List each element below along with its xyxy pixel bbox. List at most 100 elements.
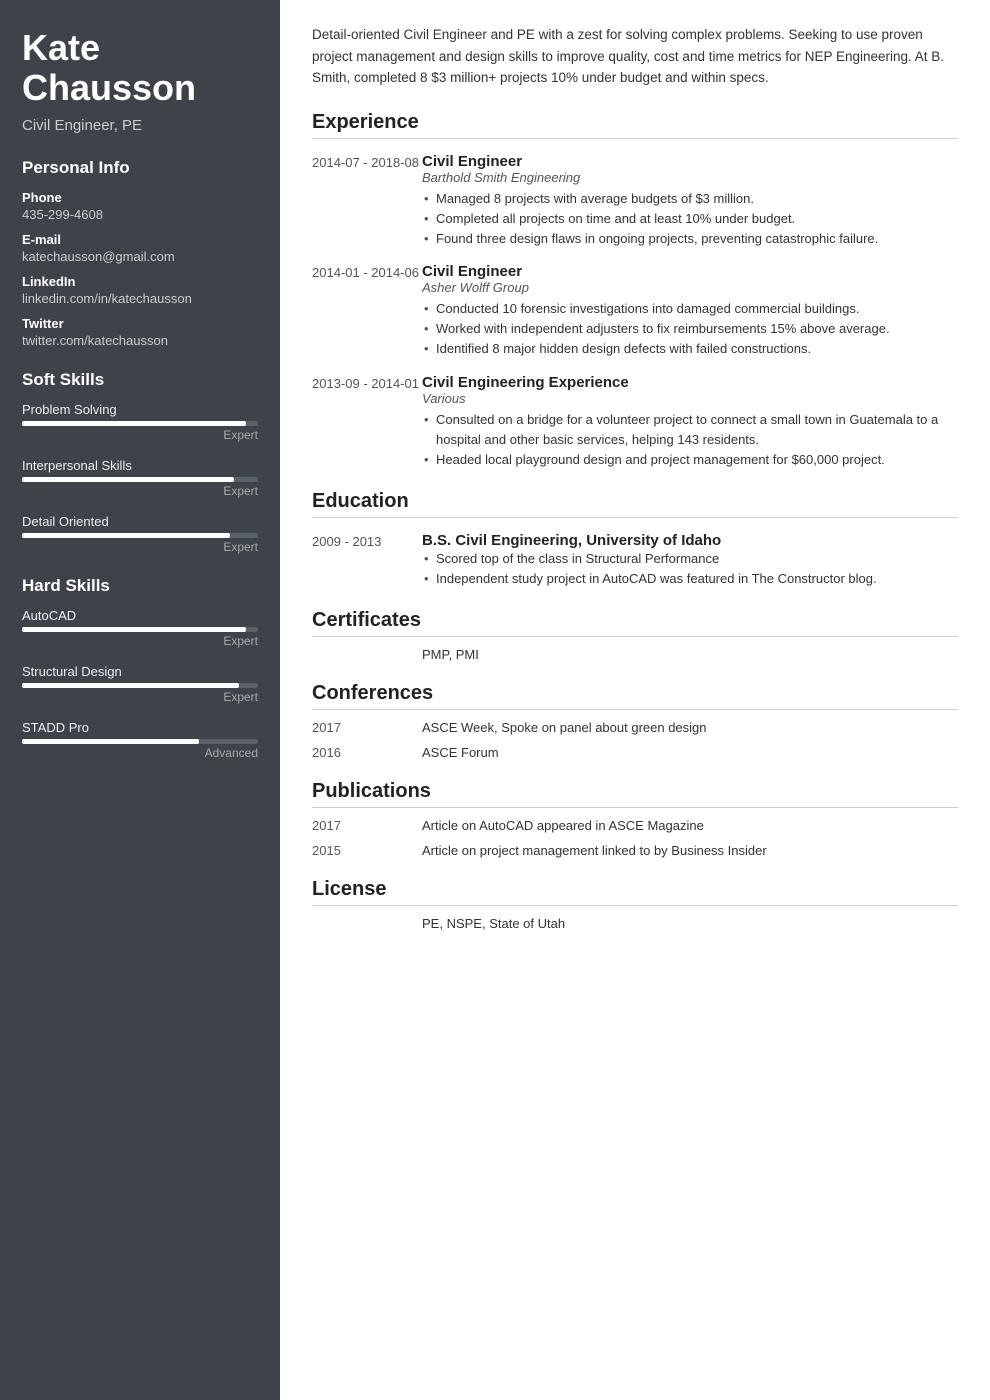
simple-entry: 2017 Article on AutoCAD appeared in ASCE…	[312, 818, 958, 833]
simple-date: 2017	[312, 818, 422, 833]
soft-skills-heading: Soft Skills	[22, 370, 258, 390]
skill-level: Expert	[22, 484, 258, 498]
skill-bar-fill	[22, 477, 234, 482]
entry-company: Various	[422, 391, 958, 406]
simple-text: PMP, PMI	[422, 647, 958, 662]
bullet: Identified 8 major hidden design defects…	[422, 339, 958, 359]
entry: 2013-09 - 2014-01 Civil Engineering Expe…	[312, 374, 958, 470]
simple-text: ASCE Forum	[422, 745, 958, 760]
experience-section: Experience 2014-07 - 2018-08 Civil Engin…	[312, 111, 958, 470]
license-section: License PE, NSPE, State of Utah	[312, 878, 958, 931]
skill-name: Structural Design	[22, 664, 258, 679]
skill-item: Structural Design Expert	[22, 664, 258, 704]
twitter-block: Twitter twitter.com/katechausson	[22, 316, 258, 348]
entry: 2014-01 - 2014-06 Civil Engineer Asher W…	[312, 263, 958, 359]
certificates-entries: PMP, PMI	[312, 647, 958, 662]
phone-value: 435-299-4608	[22, 207, 258, 222]
entry-company: Barthold Smith Engineering	[422, 170, 958, 185]
publications-entries: 2017 Article on AutoCAD appeared in ASCE…	[312, 818, 958, 858]
bullet: Scored top of the class in Structural Pe…	[422, 549, 958, 569]
bullet: Completed all projects on time and at le…	[422, 209, 958, 229]
email-label: E-mail	[22, 232, 258, 247]
skill-item: STADD Pro Advanced	[22, 720, 258, 760]
entry-role: Civil Engineer	[422, 153, 958, 170]
bullet: Headed local playground design and proje…	[422, 450, 958, 470]
entry-content: Civil Engineer Asher Wolff Group Conduct…	[422, 263, 958, 359]
bullet: Independent study project in AutoCAD was…	[422, 569, 958, 589]
personal-info-heading: Personal Info	[22, 158, 258, 178]
linkedin-block: LinkedIn linkedin.com/in/katechausson	[22, 274, 258, 306]
skill-bar-fill	[22, 421, 246, 426]
entry-role: Civil Engineer	[422, 263, 958, 280]
skill-bar-bg	[22, 477, 258, 482]
skill-name: Problem Solving	[22, 402, 258, 417]
bullet: Consulted on a bridge for a volunteer pr…	[422, 410, 958, 450]
skill-bar-bg	[22, 533, 258, 538]
skill-bar-fill	[22, 627, 246, 632]
simple-date: 2017	[312, 720, 422, 735]
experience-heading: Experience	[312, 111, 958, 139]
entry-role: B.S. Civil Engineering, University of Id…	[422, 532, 958, 549]
simple-date: 2015	[312, 843, 422, 858]
skill-item: Problem Solving Expert	[22, 402, 258, 442]
skill-bar-fill	[22, 683, 239, 688]
hard-skills-heading: Hard Skills	[22, 576, 258, 596]
education-section: Education 2009 - 2013 B.S. Civil Enginee…	[312, 490, 958, 589]
entry-date: 2009 - 2013	[312, 532, 422, 589]
simple-date	[312, 647, 422, 662]
entry-content: Civil Engineer Barthold Smith Engineerin…	[422, 153, 958, 249]
simple-date	[312, 916, 422, 931]
entry-date: 2013-09 - 2014-01	[312, 374, 422, 470]
simple-entry: PE, NSPE, State of Utah	[312, 916, 958, 931]
simple-text: ASCE Week, Spoke on panel about green de…	[422, 720, 958, 735]
simple-text: Article on AutoCAD appeared in ASCE Maga…	[422, 818, 958, 833]
skill-level: Expert	[22, 690, 258, 704]
candidate-title: Civil Engineer, PE	[22, 117, 258, 134]
hard-skills-list: AutoCAD Expert Structural Design Expert …	[22, 608, 258, 760]
simple-entry: 2016 ASCE Forum	[312, 745, 958, 760]
certificates-heading: Certificates	[312, 609, 958, 637]
skill-bar-bg	[22, 683, 258, 688]
skill-name: Interpersonal Skills	[22, 458, 258, 473]
entry-bullets: Scored top of the class in Structural Pe…	[422, 549, 958, 589]
entry-date: 2014-01 - 2014-06	[312, 263, 422, 359]
skill-bar-fill	[22, 739, 199, 744]
entry-content: Civil Engineering Experience Various Con…	[422, 374, 958, 470]
soft-skills-list: Problem Solving Expert Interpersonal Ski…	[22, 402, 258, 554]
entry-company: Asher Wolff Group	[422, 280, 958, 295]
main-content: Detail-oriented Civil Engineer and PE wi…	[280, 0, 990, 1400]
simple-entry: 2017 ASCE Week, Spoke on panel about gre…	[312, 720, 958, 735]
email-block: E-mail katechausson@gmail.com	[22, 232, 258, 264]
bullet: Found three design flaws in ongoing proj…	[422, 229, 958, 249]
education-heading: Education	[312, 490, 958, 518]
skill-level: Expert	[22, 428, 258, 442]
simple-text: PE, NSPE, State of Utah	[422, 916, 958, 931]
skill-item: Detail Oriented Expert	[22, 514, 258, 554]
twitter-value: twitter.com/katechausson	[22, 333, 258, 348]
summary-text: Detail-oriented Civil Engineer and PE wi…	[312, 24, 958, 89]
linkedin-value: linkedin.com/in/katechausson	[22, 291, 258, 306]
skill-bar-bg	[22, 421, 258, 426]
publications-section: Publications 2017 Article on AutoCAD app…	[312, 780, 958, 858]
skill-item: Interpersonal Skills Expert	[22, 458, 258, 498]
education-entries: 2009 - 2013 B.S. Civil Engineering, Univ…	[312, 532, 958, 589]
twitter-label: Twitter	[22, 316, 258, 331]
linkedin-label: LinkedIn	[22, 274, 258, 289]
skill-name: AutoCAD	[22, 608, 258, 623]
candidate-name: Kate Chausson	[22, 28, 258, 107]
entry: 2009 - 2013 B.S. Civil Engineering, Univ…	[312, 532, 958, 589]
experience-entries: 2014-07 - 2018-08 Civil Engineer Barthol…	[312, 153, 958, 470]
sidebar: Kate Chausson Civil Engineer, PE Persona…	[0, 0, 280, 1400]
skill-bar-fill	[22, 533, 230, 538]
skill-level: Advanced	[22, 746, 258, 760]
simple-date: 2016	[312, 745, 422, 760]
bullet: Managed 8 projects with average budgets …	[422, 189, 958, 209]
skill-bar-bg	[22, 627, 258, 632]
bullet: Worked with independent adjusters to fix…	[422, 319, 958, 339]
entry: 2014-07 - 2018-08 Civil Engineer Barthol…	[312, 153, 958, 249]
bullet: Conducted 10 forensic investigations int…	[422, 299, 958, 319]
license-entries: PE, NSPE, State of Utah	[312, 916, 958, 931]
skill-name: Detail Oriented	[22, 514, 258, 529]
conferences-section: Conferences 2017 ASCE Week, Spoke on pan…	[312, 682, 958, 760]
license-heading: License	[312, 878, 958, 906]
